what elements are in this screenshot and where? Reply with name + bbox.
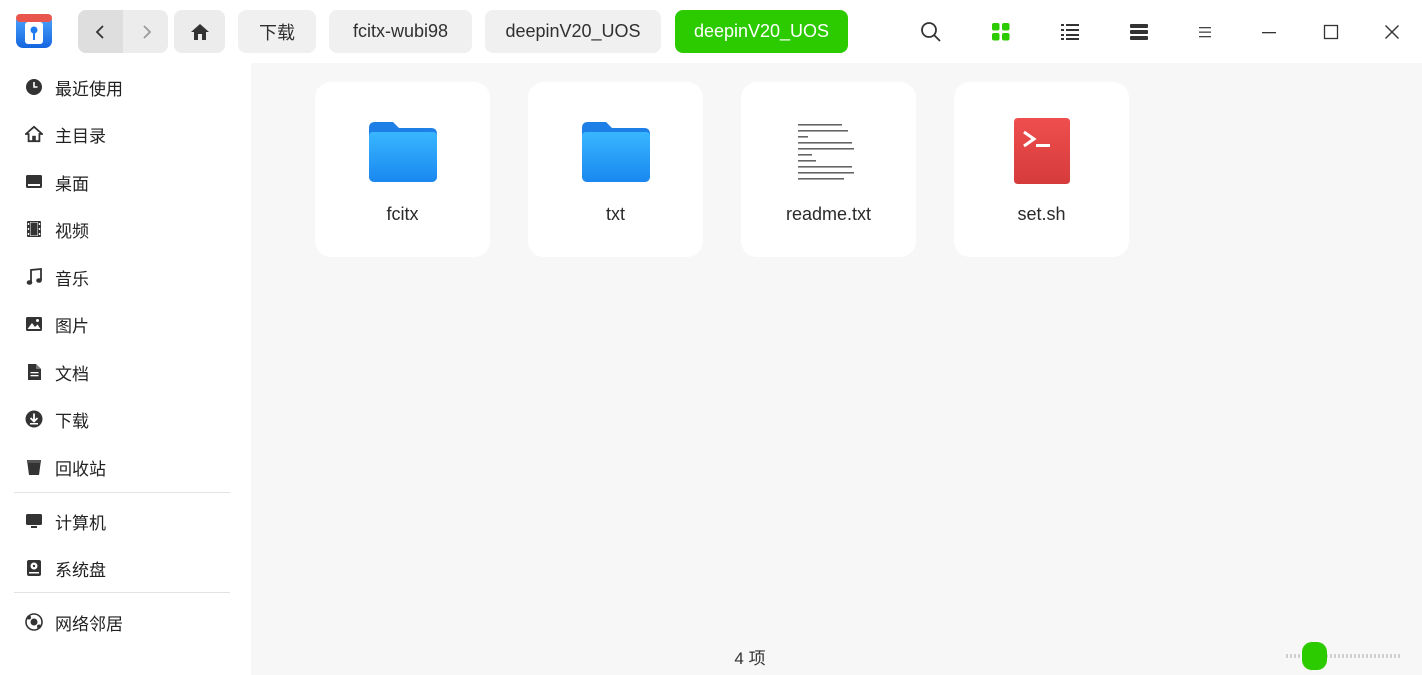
chevron-right-icon [142, 24, 151, 39]
sidebar-item-label: 视频 [55, 221, 89, 241]
close-button[interactable] [1374, 14, 1410, 50]
icon-size-slider[interactable] [1286, 642, 1400, 670]
minimize-button[interactable] [1251, 14, 1287, 50]
search-button[interactable] [913, 14, 949, 50]
network-icon [24, 612, 44, 632]
detail-view-button[interactable] [1121, 14, 1157, 50]
file-view: fcitx txt readme.txt set.sh [251, 63, 1422, 675]
grid-view-button[interactable] [983, 14, 1019, 50]
music-note-icon [24, 267, 44, 287]
file-name: txt [605, 204, 625, 224]
text-preview-icon [741, 112, 916, 192]
breadcrumb-item-current[interactable]: deepinV20_UOS [675, 10, 848, 53]
title-bar: 下载 fcitx-wubi98 deepinV20_UOS deepinV20_… [0, 0, 1422, 63]
sidebar-item-recent[interactable]: 最近使用 [14, 67, 230, 107]
shell-script-icon [954, 112, 1129, 192]
sidebar-item-label: 回收站 [55, 459, 106, 479]
download-icon [24, 409, 44, 429]
file-name: fcitx [386, 204, 419, 224]
item-count: 4 项 [734, 649, 766, 668]
sidebar-item-trash[interactable]: 回收站 [14, 447, 230, 487]
file-manager-logo-icon[interactable] [14, 11, 54, 51]
sidebar-item-label: 最近使用 [55, 79, 123, 99]
folder-icon [528, 112, 703, 192]
file-item-script[interactable]: set.sh [954, 82, 1129, 257]
sidebar-item-pictures[interactable]: 图片 [14, 304, 230, 344]
minimize-icon [1262, 32, 1276, 34]
file-item-folder[interactable]: fcitx [315, 82, 490, 257]
file-name: readme.txt [785, 204, 872, 224]
home-icon [24, 124, 44, 144]
sidebar-item-label: 文档 [55, 364, 89, 384]
list-view-button[interactable] [1052, 14, 1088, 50]
sidebar-item-label: 图片 [55, 316, 89, 336]
close-icon [1385, 25, 1399, 39]
maximize-icon [1323, 24, 1339, 40]
file-name: set.sh [1017, 204, 1066, 224]
file-item-text[interactable]: readme.txt [741, 82, 916, 257]
sidebar-item-home[interactable]: 主目录 [14, 114, 230, 154]
grid-view-icon [992, 23, 1010, 41]
main-menu-button[interactable] [1187, 14, 1223, 50]
sidebar-item-label: 主目录 [55, 126, 106, 146]
sidebar-item-computer[interactable]: 计算机 [14, 501, 230, 541]
chevron-left-icon [95, 24, 104, 39]
folder-icon [315, 112, 490, 192]
back-button[interactable] [78, 10, 123, 53]
sidebar-item-label: 网络邻居 [55, 614, 123, 634]
sidebar-item-label: 计算机 [55, 513, 106, 533]
slider-handle[interactable] [1302, 642, 1327, 670]
sidebar-item-downloads[interactable]: 下载 [14, 399, 230, 439]
sidebar-item-label: 下载 [55, 411, 89, 431]
sidebar-item-documents[interactable]: 文档 [14, 352, 230, 392]
sidebar-item-label: 系统盘 [55, 560, 106, 580]
document-icon [24, 362, 44, 382]
sidebar-divider [14, 492, 230, 493]
breadcrumb-item[interactable]: 下载 [238, 10, 316, 53]
menu-icon [1199, 27, 1211, 38]
file-item-folder[interactable]: txt [528, 82, 703, 257]
breadcrumb-item[interactable]: fcitx-wubi98 [329, 10, 472, 53]
sidebar-item-label: 音乐 [55, 269, 89, 289]
sidebar-item-system-disk[interactable]: 系统盘 [14, 548, 230, 588]
sidebar-item-label: 桌面 [55, 174, 89, 194]
breadcrumb-item[interactable]: deepinV20_UOS [485, 10, 661, 53]
disk-icon [24, 558, 44, 578]
picture-icon [24, 314, 44, 334]
forward-button[interactable] [123, 10, 168, 53]
home-button[interactable] [174, 10, 225, 53]
monitor-icon [24, 511, 44, 531]
navigation-buttons [78, 10, 168, 53]
film-icon [24, 219, 44, 239]
sidebar: 最近使用 主目录 桌面 视频 音乐 图片 文档 下载 回收站 计算机 系统盘 网… [0, 63, 251, 675]
sidebar-item-videos[interactable]: 视频 [14, 209, 230, 249]
home-icon [190, 23, 209, 40]
sidebar-item-desktop[interactable]: 桌面 [14, 162, 230, 202]
maximize-button[interactable] [1313, 14, 1349, 50]
list-view-icon [1061, 24, 1079, 40]
trash-icon [24, 457, 44, 477]
sidebar-divider [14, 592, 230, 593]
search-icon [921, 22, 941, 42]
sidebar-item-network[interactable]: 网络邻居 [14, 602, 230, 642]
desktop-icon [24, 172, 44, 192]
clock-icon [24, 77, 44, 97]
sidebar-item-music[interactable]: 音乐 [14, 257, 230, 297]
detail-view-icon [1130, 24, 1148, 40]
